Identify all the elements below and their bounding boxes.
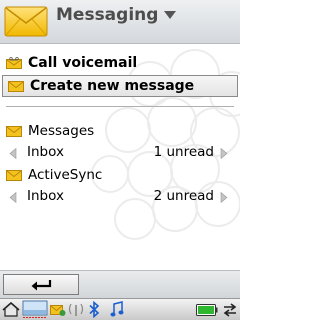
folder-label: Inbox: [27, 144, 64, 160]
folder-selector-messages[interactable]: Inbox 1 unread: [0, 143, 240, 163]
account-activesync[interactable]: ActiveSync: [0, 164, 240, 186]
folder-selector-activesync[interactable]: Inbox 2 unread: [0, 187, 240, 207]
app-header: Messaging: [0, 0, 240, 44]
account-name: ActiveSync: [28, 167, 103, 183]
music-icon[interactable]: [110, 301, 124, 318]
unread-count: 1 unread: [153, 144, 214, 160]
call-voicemail-item[interactable]: Call voicemail: [0, 52, 240, 74]
back-arrow-icon: [31, 279, 52, 290]
battery-icon[interactable]: [196, 304, 218, 316]
softkey-bar: [0, 270, 240, 298]
title-label: Messaging: [56, 5, 159, 25]
message-icon[interactable]: [50, 302, 66, 317]
back-button[interactable]: [3, 274, 79, 295]
envelope-icon: [6, 126, 22, 137]
page-title[interactable]: Messaging: [56, 5, 177, 25]
divider: [6, 106, 234, 107]
envelope-icon: [8, 81, 24, 92]
desktop-icon[interactable]: [22, 300, 48, 319]
voicemail-envelope-icon: [6, 57, 22, 69]
home-icon[interactable]: [2, 302, 20, 317]
envelope-icon: [6, 170, 22, 181]
status-bar: [0, 298, 240, 320]
folder-label: Inbox: [27, 188, 64, 204]
create-new-message-item[interactable]: Create new message: [2, 75, 238, 97]
call-voicemail-label: Call voicemail: [28, 55, 138, 71]
bluetooth-icon[interactable]: [88, 301, 100, 318]
sync-icon[interactable]: [222, 302, 238, 318]
arrow-right-icon[interactable]: [220, 148, 228, 159]
create-new-message-label: Create new message: [30, 78, 195, 94]
unread-count: 2 unread: [153, 188, 214, 204]
arrow-left-icon[interactable]: [9, 192, 17, 203]
envelope-icon: [4, 6, 48, 37]
message-list: Call voicemail Create new message Messag…: [0, 44, 240, 270]
arrow-left-icon[interactable]: [9, 148, 17, 159]
account-name: Messages: [28, 123, 95, 139]
arrow-right-icon[interactable]: [220, 192, 228, 203]
chevron-down-icon: [164, 11, 177, 19]
signal-icon[interactable]: [68, 302, 84, 317]
account-messages[interactable]: Messages: [0, 120, 240, 142]
